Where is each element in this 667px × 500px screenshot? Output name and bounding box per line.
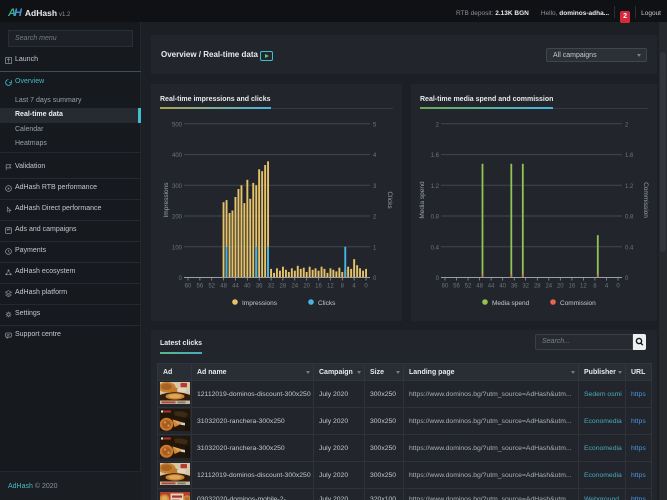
svg-text:2: 2 (373, 215, 377, 221)
svg-text:28: 28 (280, 284, 287, 290)
svg-text:Clicks: Clicks (318, 300, 336, 307)
svg-text:0: 0 (625, 276, 629, 282)
svg-text:1.6: 1.6 (625, 153, 634, 159)
svg-text:4: 4 (605, 284, 609, 290)
svg-text:200: 200 (172, 215, 183, 221)
svg-text:52: 52 (465, 284, 472, 290)
svg-text:0: 0 (179, 276, 183, 282)
svg-text:0.8: 0.8 (431, 215, 440, 221)
svg-text:40: 40 (244, 284, 251, 290)
svg-text:36: 36 (256, 284, 263, 290)
svg-text:28: 28 (534, 284, 541, 290)
svg-text:Media spend: Media spend (492, 300, 530, 307)
svg-text:500: 500 (172, 122, 183, 128)
svg-text:1.6: 1.6 (431, 153, 440, 159)
svg-text:400: 400 (172, 153, 183, 159)
svg-text:4: 4 (373, 153, 377, 159)
svg-text:0: 0 (373, 276, 377, 282)
svg-text:12: 12 (580, 284, 587, 290)
svg-text:44: 44 (488, 284, 495, 290)
svg-text:Media spend: Media spend (419, 181, 426, 219)
svg-text:2: 2 (625, 122, 629, 128)
svg-text:0: 0 (436, 276, 440, 282)
svg-text:5: 5 (373, 122, 377, 128)
svg-text:8: 8 (341, 284, 345, 290)
svg-text:0: 0 (364, 284, 368, 290)
svg-text:20: 20 (303, 284, 310, 290)
svg-text:52: 52 (208, 284, 215, 290)
svg-text:0.8: 0.8 (625, 215, 634, 221)
svg-text:Commission: Commission (560, 300, 596, 307)
svg-text:16: 16 (315, 284, 322, 290)
svg-text:56: 56 (453, 284, 460, 290)
svg-text:1.2: 1.2 (431, 184, 440, 190)
svg-text:Commission: Commission (642, 182, 649, 218)
svg-text:60: 60 (185, 284, 192, 290)
svg-text:48: 48 (476, 284, 483, 290)
svg-text:Impressions: Impressions (163, 182, 170, 218)
svg-text:1.2: 1.2 (625, 184, 634, 190)
svg-text:0.4: 0.4 (625, 245, 634, 251)
svg-text:32: 32 (522, 284, 529, 290)
svg-text:100: 100 (172, 245, 183, 251)
svg-text:2: 2 (436, 122, 440, 128)
svg-text:60: 60 (442, 284, 449, 290)
svg-text:56: 56 (197, 284, 204, 290)
svg-text:8: 8 (593, 284, 597, 290)
svg-text:32: 32 (268, 284, 275, 290)
svg-text:3: 3 (373, 184, 377, 190)
svg-text:4: 4 (352, 284, 356, 290)
svg-text:16: 16 (569, 284, 576, 290)
svg-text:24: 24 (545, 284, 552, 290)
svg-text:40: 40 (499, 284, 506, 290)
svg-text:20: 20 (557, 284, 564, 290)
svg-text:1: 1 (373, 245, 377, 251)
svg-text:12: 12 (327, 284, 334, 290)
svg-text:0: 0 (616, 284, 620, 290)
svg-text:36: 36 (511, 284, 518, 290)
svg-text:300: 300 (172, 184, 183, 190)
svg-text:0.4: 0.4 (431, 245, 440, 251)
svg-text:24: 24 (291, 284, 298, 290)
svg-text:44: 44 (232, 284, 239, 290)
svg-text:Impressions: Impressions (242, 300, 278, 307)
svg-text:Clicks: Clicks (386, 191, 393, 209)
svg-text:48: 48 (220, 284, 227, 290)
